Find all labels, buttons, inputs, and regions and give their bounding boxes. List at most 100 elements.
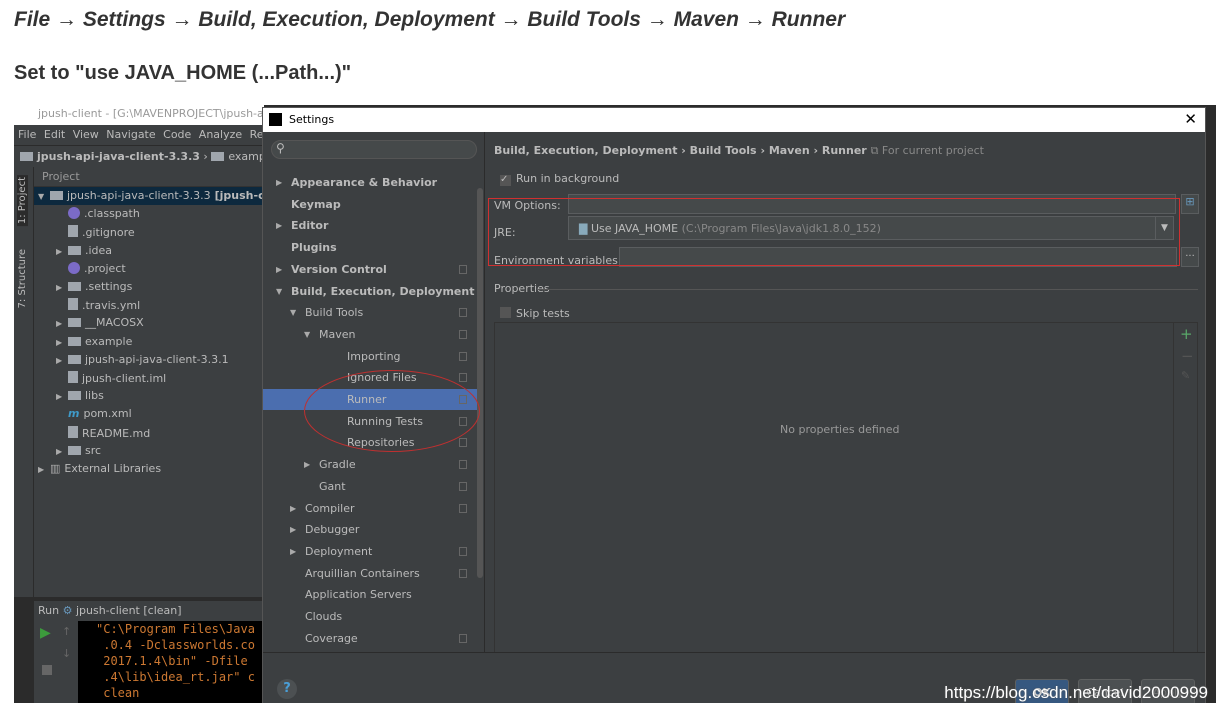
project-scope-icon (459, 546, 467, 556)
edit-icon[interactable]: ✎ (1181, 369, 1190, 382)
tree-item[interactable]: m pom.xml (34, 405, 264, 423)
chevron-down-icon[interactable]: ▼ (38, 192, 50, 201)
settings-search-input[interactable]: ⚲ (271, 140, 477, 159)
nav-item[interactable]: Gant (263, 476, 483, 497)
tree-item-label: External Libraries (64, 462, 162, 475)
nav-item[interactable]: Application Servers (263, 584, 483, 605)
chevron-right-icon[interactable]: ▶ (56, 356, 68, 365)
chevron-right-icon[interactable]: ▶ (56, 319, 68, 328)
chevron-right-icon[interactable]: ▶ (290, 525, 296, 534)
chevron-right-icon[interactable]: ▶ (276, 265, 282, 274)
nav-item[interactable]: ▶ Editor (263, 215, 483, 236)
project-scope-icon (459, 438, 467, 448)
tree-item[interactable]: ▶ jpush-api-java-client-3.3.1 (34, 351, 264, 369)
nav-item[interactable]: ▼ Maven (263, 324, 483, 345)
run-in-background-checkbox[interactable]: ✓ Run in background (500, 172, 619, 186)
chevron-right-icon[interactable]: ▶ (56, 247, 68, 256)
tree-item[interactable]: .gitignore (34, 223, 264, 241)
tree-item-label: example (85, 334, 133, 348)
nav-item[interactable]: Coverage (263, 628, 483, 649)
nav-item[interactable]: ▼ Build, Execution, Deployment (263, 281, 483, 302)
nav-item[interactable]: ▶ Deployment (263, 541, 483, 562)
chevron-right-icon[interactable]: ▶ (290, 547, 296, 556)
tree-item[interactable]: ▶ .settings (34, 278, 264, 296)
ide-menu[interactable]: File Edit View Navigate Code Analyze Re (14, 125, 264, 145)
folder-icon (68, 354, 81, 364)
chevron-down-icon[interactable]: ▼ (276, 287, 282, 296)
tab-project[interactable]: 1: Project (17, 175, 28, 227)
folder-icon (68, 318, 81, 328)
tree-item[interactable]: .travis.yml (34, 296, 264, 314)
chevron-right-icon[interactable]: ▶ (276, 178, 282, 187)
chevron-down-icon[interactable]: ▼ (304, 330, 310, 339)
chevron-right-icon[interactable]: ▶ (276, 221, 282, 230)
tree-item[interactable]: ▶ ▥ External Libraries (34, 460, 264, 478)
nav-item[interactable]: ▶ Gradle (263, 454, 483, 475)
tree-item[interactable]: ▶ libs (34, 387, 264, 405)
nav-item-label: Gant (319, 479, 346, 493)
nav-item[interactable]: ▼ Build Tools (263, 302, 483, 323)
folder-icon (50, 191, 63, 200)
empty-text: No properties defined (780, 423, 900, 436)
tree-item-label: jpush-api-java-client-3.3.1 (85, 352, 229, 366)
nav-item[interactable]: ▶ Version Control (263, 259, 483, 280)
tab-structure[interactable]: 7: Structure (17, 249, 28, 308)
nav-item-label: Clouds (305, 610, 343, 623)
add-icon[interactable]: + (1180, 325, 1193, 343)
nav-item[interactable]: ▶ Debugger (263, 519, 483, 540)
tree-item[interactable]: README.md (34, 424, 264, 442)
close-icon[interactable]: ✕ (1184, 110, 1197, 128)
file-icon (68, 298, 78, 311)
project-header[interactable]: Project (34, 167, 264, 187)
checkbox-unchecked-icon (500, 307, 511, 318)
tree-item[interactable]: ▶ .idea (34, 242, 264, 260)
nav-item[interactable]: Importing (263, 346, 483, 367)
remove-icon[interactable]: − (1181, 347, 1194, 365)
chevron-right-icon[interactable]: ▶ (304, 460, 310, 469)
run-toolbar: ▶ ↑ ↓ (34, 621, 78, 703)
chevron-right-icon[interactable]: ▶ (56, 338, 68, 347)
tree-item[interactable]: ▶ src (34, 442, 264, 460)
nav-item[interactable]: ▶ Appearance & Behavior (263, 172, 483, 193)
stop-icon[interactable] (42, 665, 52, 675)
up-arrow-icon[interactable]: ↑ (62, 625, 71, 638)
chevron-right-icon[interactable]: ▶ (38, 465, 50, 474)
chevron-right-icon[interactable]: ▶ (56, 283, 68, 292)
nav-item[interactable]: ▶ Compiler (263, 498, 483, 519)
tree-item[interactable]: .classpath (34, 205, 264, 223)
settings-breadcrumb: Build, Execution, Deployment › Build Too… (494, 144, 984, 157)
nav-item-label: Keymap (291, 197, 341, 211)
nav-item[interactable]: Keymap (263, 194, 483, 215)
watermark: https://blog.csdn.net/david2000999 (944, 683, 1208, 702)
help-button[interactable]: ? (277, 679, 297, 699)
run-header: Run ⚙ jpush-client [clean] (34, 601, 264, 621)
nav-scrollbar[interactable] (477, 188, 483, 578)
tree-item[interactable]: jpush-client.iml (34, 369, 264, 387)
down-arrow-icon[interactable]: ↓ (62, 647, 71, 660)
tree-item-label: .project (84, 261, 126, 275)
ide-title: jpush-client - [G:\MAVENPROJECT\jpush-ap… (14, 105, 264, 125)
tree-item-label: README.md (82, 426, 151, 440)
chevron-down-icon[interactable]: ▼ (290, 308, 296, 317)
env-vars-browse-button[interactable]: ... (1181, 247, 1199, 267)
dialog-title: Settings (289, 113, 335, 126)
expand-icon[interactable]: ⊞ (1181, 194, 1199, 214)
tree-item[interactable]: ▶ example (34, 333, 264, 351)
chevron-right-icon[interactable]: ▶ (56, 392, 68, 401)
run-icon[interactable]: ▶ (40, 625, 51, 641)
project-scope-icon (459, 329, 467, 339)
tree-item-label: pom.xml (83, 407, 132, 421)
chevron-right-icon[interactable]: ▶ (56, 447, 68, 456)
nav-item[interactable]: Arquillian Containers (263, 563, 483, 584)
tree-item[interactable]: ▼ jpush-api-java-client-3.3.3 [jpush-clien… (34, 187, 293, 205)
crumb-project[interactable]: jpush-api-java-client-3.3.3 (37, 150, 200, 163)
chevron-right-icon[interactable]: ▶ (290, 504, 296, 513)
tree-item-label: .idea (85, 243, 113, 257)
nav-item-label: Coverage (305, 631, 358, 645)
tree-item[interactable]: ▶ __MACOSX (34, 314, 264, 332)
tree-item-label: .travis.yml (82, 299, 141, 313)
nav-item[interactable]: Clouds (263, 606, 483, 627)
nav-item[interactable]: Plugins (263, 237, 483, 258)
skip-tests-checkbox[interactable]: Skip tests (500, 307, 570, 320)
tree-item[interactable]: .project (34, 260, 264, 278)
